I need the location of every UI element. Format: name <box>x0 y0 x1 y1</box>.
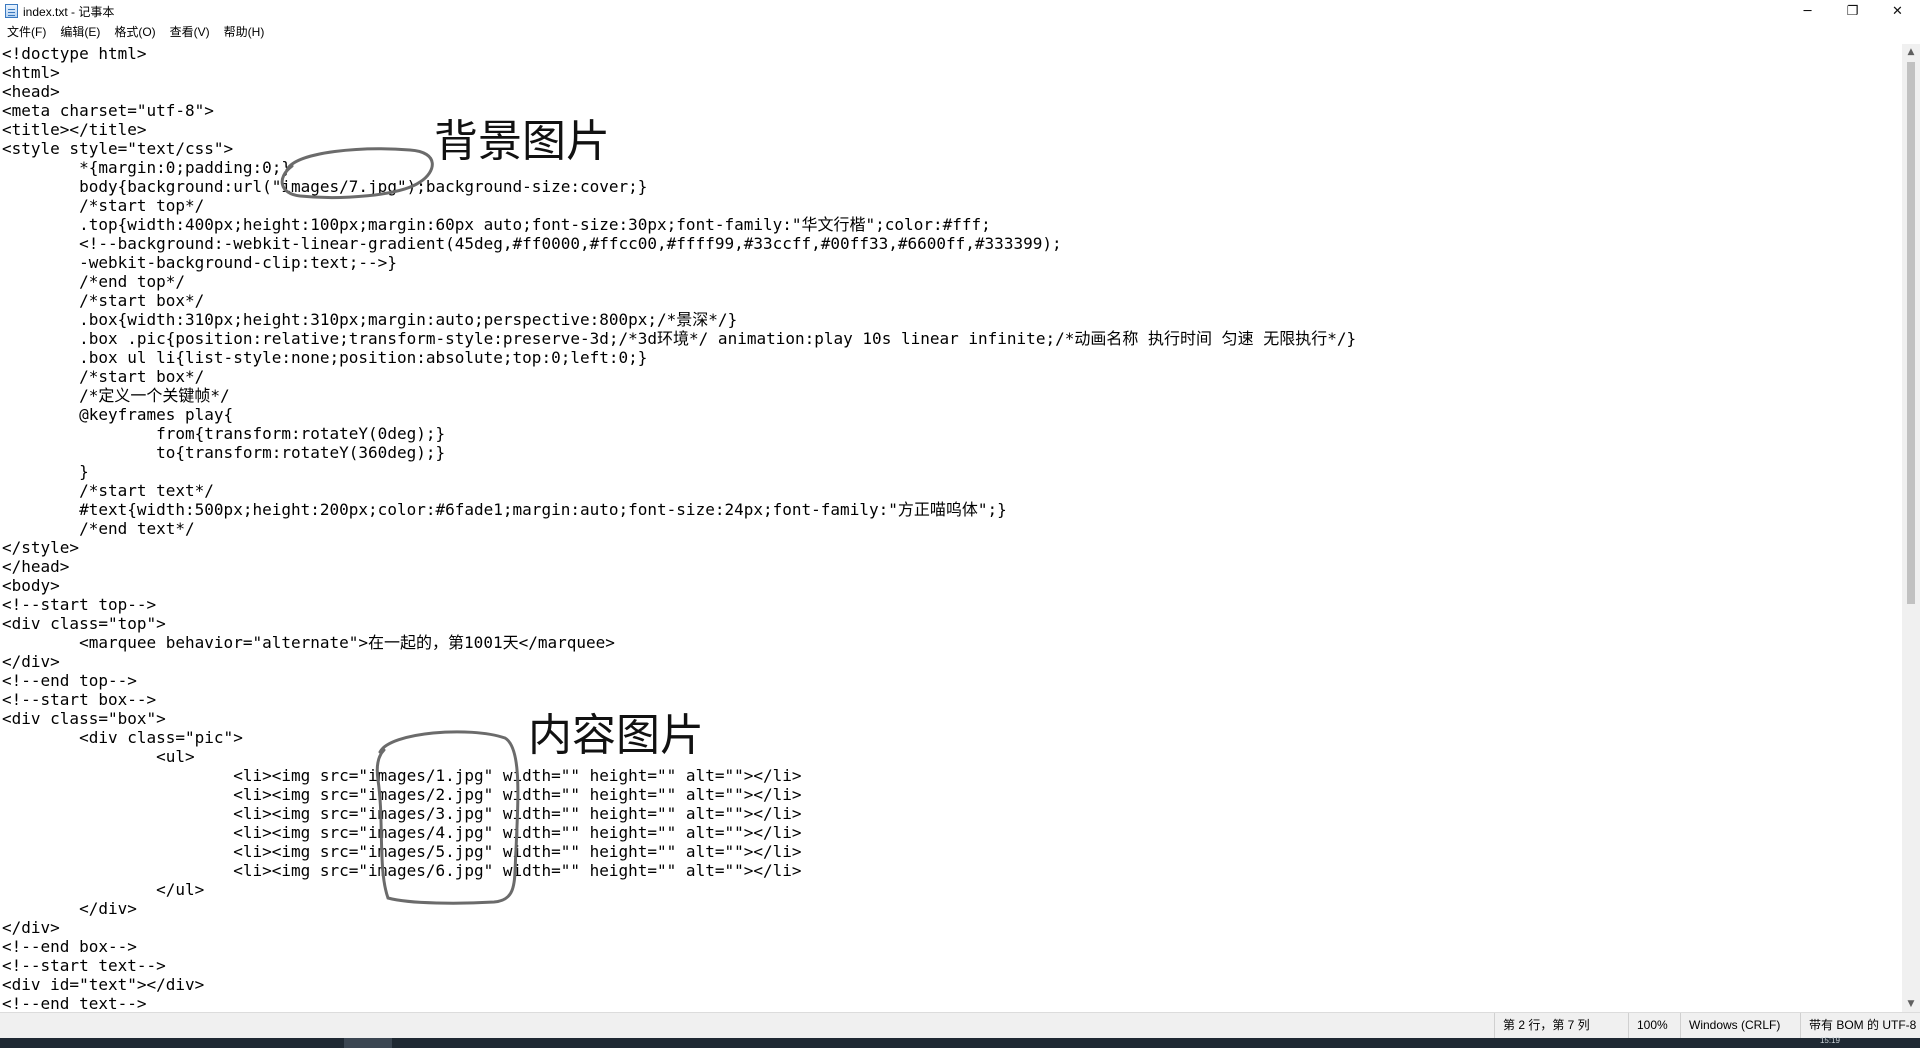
code-line: <li><img src="images/3.jpg" width="" hei… <box>2 804 802 823</box>
status-encoding: 带有 BOM 的 UTF-8 <box>1800 1013 1920 1038</box>
code-line: /*end top*/ <box>2 272 186 291</box>
code-line: body{background:url("images/7.jpg");back… <box>2 177 648 196</box>
code-line: #text{width:500px;height:200px;color:#6f… <box>2 500 1007 519</box>
code-line: </head> <box>2 557 70 576</box>
code-line: </ul> <box>2 880 205 899</box>
code-line: <!--start text--> <box>2 956 166 975</box>
code-line: <!--end text--> <box>2 994 147 1012</box>
code-line: </style> <box>2 538 80 557</box>
code-line: <title></title> <box>2 120 147 139</box>
code-line: -webkit-background-clip:text;-->} <box>2 253 397 272</box>
menu-view[interactable]: 查看(V) <box>163 22 217 42</box>
menu-bar: 文件(F) 编辑(E) 格式(O) 查看(V) 帮助(H) <box>0 22 1920 42</box>
code-line: /*start box*/ <box>2 291 205 310</box>
code-line: /*start box*/ <box>2 367 205 386</box>
code-line: <!--end box--> <box>2 937 137 956</box>
code-line: .box ul li{list-style:none;position:abso… <box>2 348 648 367</box>
status-cursor-position: 第 2 行，第 7 列 <box>1494 1013 1627 1038</box>
menu-edit[interactable]: 编辑(E) <box>53 22 107 42</box>
background-image-label: 背景图片 <box>434 116 610 167</box>
code-line: <div id="text"></div> <box>2 975 205 994</box>
restore-button[interactable]: ❐ <box>1830 0 1875 22</box>
code-line: <div class="top"> <box>2 614 166 633</box>
status-line-ending: Windows (CRLF) <box>1680 1013 1799 1038</box>
notepad-icon <box>5 4 18 18</box>
code-line: /*start text*/ <box>2 481 214 500</box>
code-line: <li><img src="images/1.jpg" width="" hei… <box>2 766 802 785</box>
code-line: <!--start top--> <box>2 595 157 614</box>
menu-help[interactable]: 帮助(H) <box>217 22 272 42</box>
code-line: <head> <box>2 82 60 101</box>
code-line: <meta charset="utf-8"> <box>2 101 214 120</box>
code-line: *{margin:0;padding:0;} <box>2 158 291 177</box>
code-line: <marquee behavior="alternate">在一起的，第1001… <box>2 633 615 652</box>
code-line: /*end text*/ <box>2 519 195 538</box>
code-line: <body> <box>2 576 60 595</box>
code-line: </div> <box>2 899 137 918</box>
code-line: } <box>2 462 89 481</box>
taskbar: 15:19 <box>0 1036 1920 1048</box>
minimize-button[interactable]: ─ <box>1785 0 1830 22</box>
scroll-down-icon[interactable]: ▼ <box>1902 996 1920 1012</box>
content-image-label: 内容图片 <box>528 710 704 761</box>
code-line: <li><img src="images/6.jpg" width="" hei… <box>2 861 802 880</box>
menu-file[interactable]: 文件(F) <box>0 22 53 42</box>
code-line: .top{width:400px;height:100px;margin:60p… <box>2 215 991 234</box>
code-line: <li><img src="images/2.jpg" width="" hei… <box>2 785 802 804</box>
code-line: <li><img src="images/5.jpg" width="" hei… <box>2 842 802 861</box>
code-line: <!doctype html> <box>2 44 147 63</box>
code-line: <li><img src="images/4.jpg" width="" hei… <box>2 823 802 842</box>
taskbar-active-app[interactable] <box>344 1038 392 1048</box>
code-line: <style style="text/css"> <box>2 139 234 158</box>
code-line: <ul> <box>2 747 195 766</box>
vertical-scrollbar[interactable]: ▲ ▼ <box>1902 44 1920 1012</box>
code-line: .box{width:310px;height:310px;margin:aut… <box>2 310 738 329</box>
code-line: <div class="box"> <box>2 709 166 728</box>
code-line: <!--background:-webkit-linear-gradient(4… <box>2 234 1062 253</box>
editor-content[interactable]: <!doctype html> <html> <head> <meta charset… <box>0 44 1902 1012</box>
taskbar-clock: 15:19 <box>1819 1036 1840 1045</box>
code-line: to{transform:rotateY(360deg);} <box>2 443 446 462</box>
title-bar: index.txt - 记事本 ─ ❐ ✕ <box>0 0 1920 22</box>
text-editor[interactable]: <!doctype html> <html> <head> <meta charset… <box>0 44 1902 1012</box>
menu-format[interactable]: 格式(O) <box>107 22 162 42</box>
status-bar: 第 2 行，第 7 列 100% Windows (CRLF) 带有 BOM 的… <box>0 1012 1920 1038</box>
code-line: /*定义一个关键帧*/ <box>2 386 230 405</box>
scrollbar-thumb[interactable] <box>1907 62 1915 604</box>
code-line: <html> <box>2 63 60 82</box>
code-line: <!--start box--> <box>2 690 157 709</box>
window-controls: ─ ❐ ✕ <box>1785 0 1920 22</box>
code-line: <!--end top--> <box>2 671 137 690</box>
code-line: <div class="pic"> <box>2 728 243 747</box>
close-button[interactable]: ✕ <box>1875 0 1920 22</box>
code-line: @keyframes play{ <box>2 405 234 424</box>
scroll-up-icon[interactable]: ▲ <box>1902 44 1920 60</box>
code-line: </div> <box>2 918 60 937</box>
code-line: /*start top*/ <box>2 196 205 215</box>
code-line: .box .pic{position:relative;transform-st… <box>2 329 1357 348</box>
code-line: from{transform:rotateY(0deg);} <box>2 424 446 443</box>
code-line: </div> <box>2 652 60 671</box>
window-title: index.txt - 记事本 <box>23 4 115 19</box>
status-zoom: 100% <box>1628 1013 1683 1038</box>
